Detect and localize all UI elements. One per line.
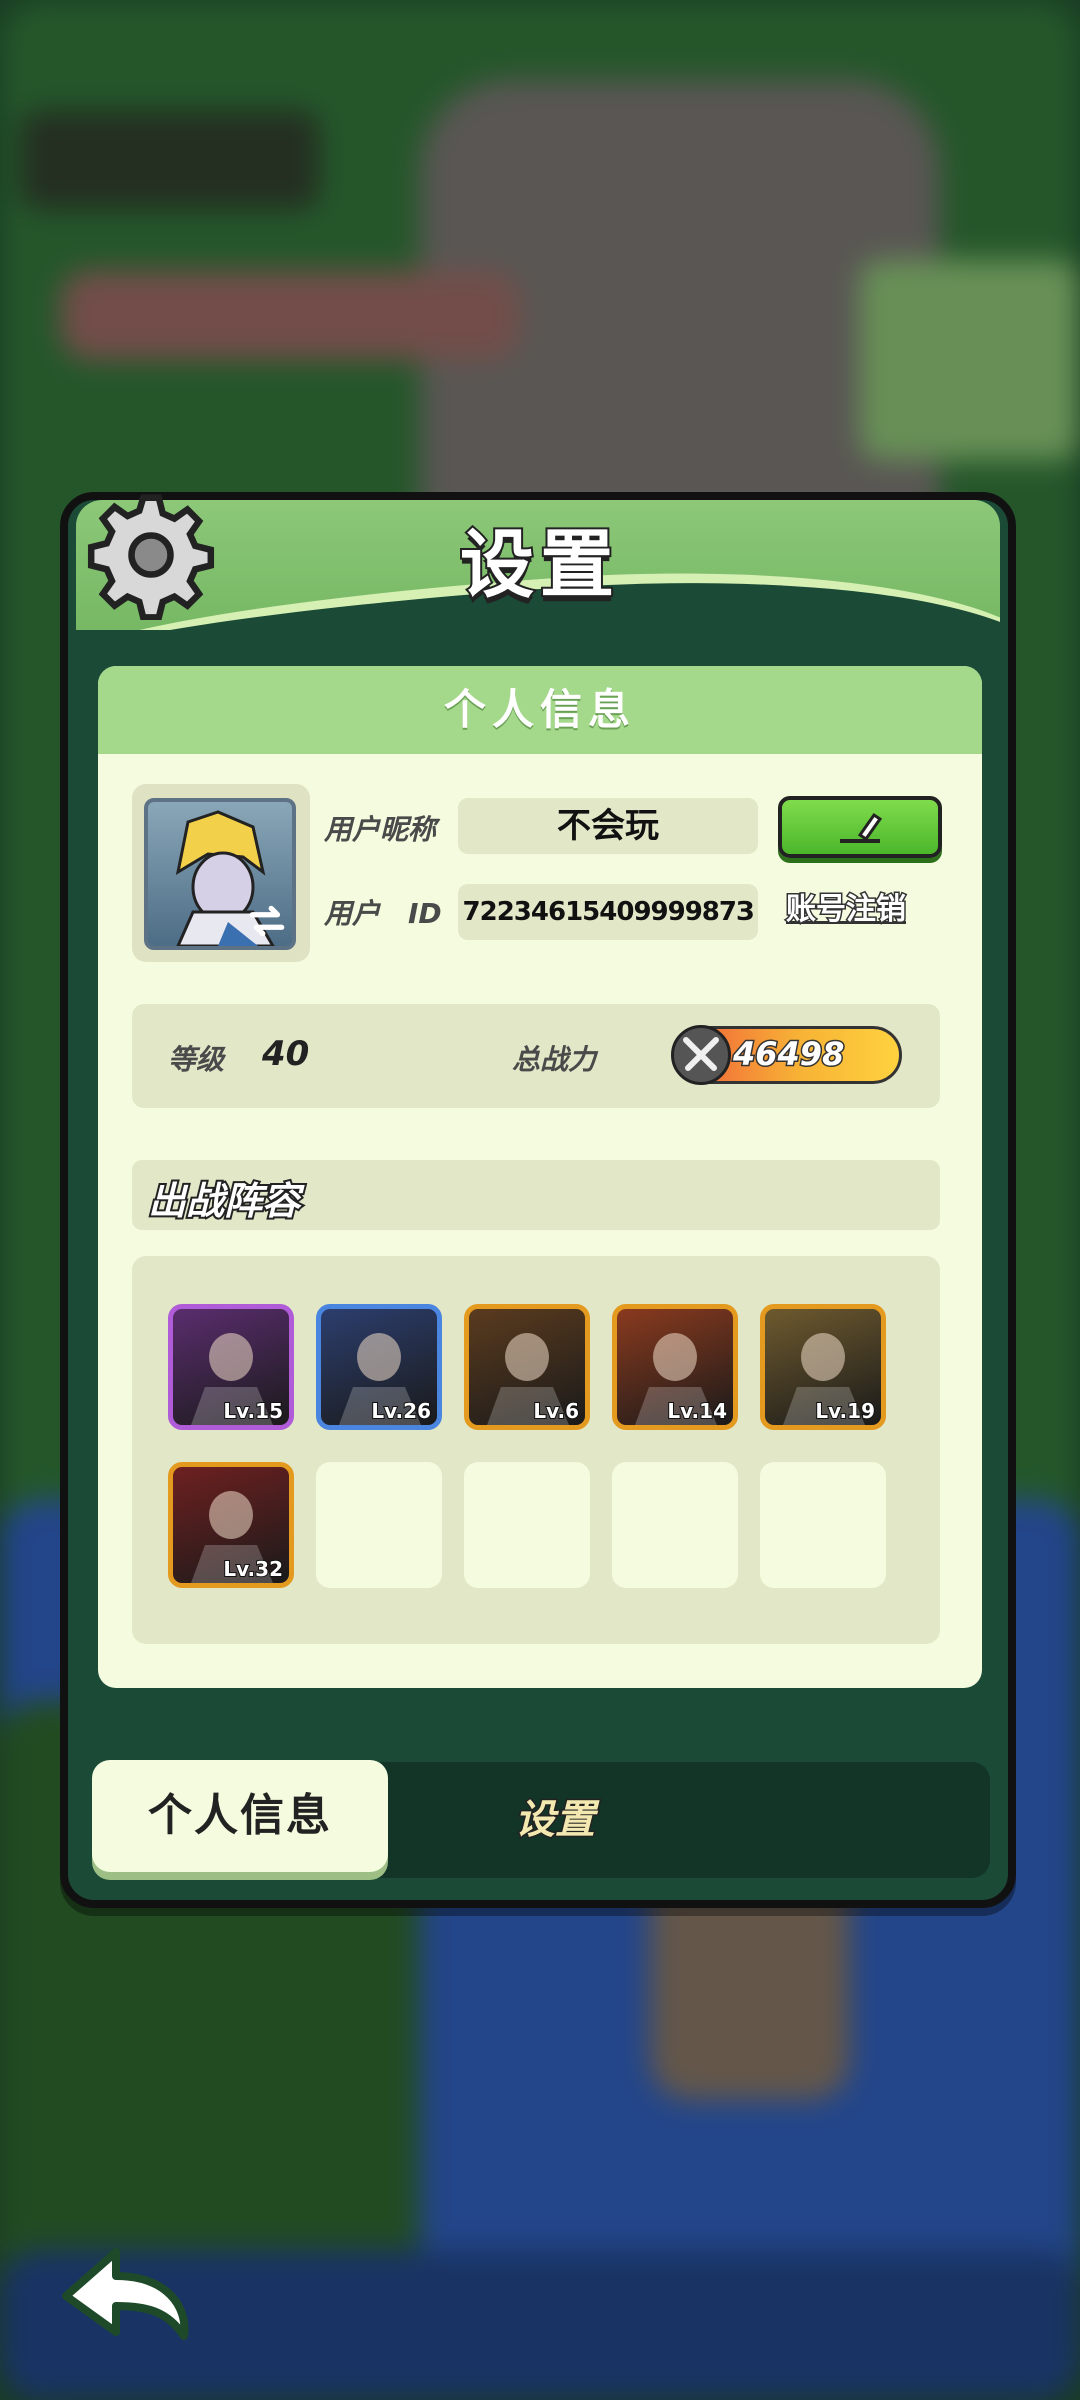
swap-icon[interactable] — [246, 900, 288, 942]
avatar-frame[interactable] — [132, 784, 310, 962]
hero-level: Lv.14 — [666, 1398, 728, 1424]
stats-bar: 等级 40 总战力 46498 — [132, 1004, 940, 1108]
avatar[interactable] — [144, 798, 296, 950]
crossed-swords-icon — [671, 1025, 731, 1085]
hero-slot[interactable]: Lv.15 — [168, 1304, 294, 1430]
power-value: 46498 — [731, 1034, 845, 1075]
empty-hero-slot[interactable] — [760, 1462, 886, 1588]
edit-nickname-button[interactable] — [778, 796, 942, 858]
level-value: 40 — [262, 1034, 310, 1074]
hero-slot[interactable]: Lv.19 — [760, 1304, 886, 1430]
level-label: 等级 — [168, 1043, 225, 1076]
hero-level: Lv.19 — [814, 1398, 876, 1424]
cancel-account-link[interactable]: 账号注销 — [785, 884, 908, 929]
pencil-icon — [840, 812, 883, 843]
empty-hero-slot[interactable] — [464, 1462, 590, 1588]
user-id-field: 7223461540999987З — [458, 884, 758, 940]
hero-slot[interactable]: Lv.6 — [464, 1304, 590, 1430]
back-arrow-icon[interactable] — [56, 2236, 196, 2346]
section-heading: 个人信息 — [98, 666, 982, 754]
profile-card: 个人信息 用户昵称 不会玩 用户 ID 7223461540999987З 账号… — [98, 666, 982, 1688]
hero-level: Lv.26 — [370, 1398, 432, 1424]
lineup-title: 出战阵容 — [146, 1177, 302, 1225]
empty-hero-slot[interactable] — [316, 1462, 442, 1588]
lineup-header: 出战阵容 — [132, 1160, 940, 1230]
lineup-roster: Lv.15 Lv.26 Lv.6 Lv.14 Lv.19 Lv.32 — [132, 1256, 940, 1644]
tab-personal-info[interactable]: 个人信息 — [92, 1760, 388, 1872]
hero-slot[interactable]: Lv.26 — [316, 1304, 442, 1430]
nickname-field: 不会玩 — [458, 798, 758, 854]
empty-hero-slot[interactable] — [612, 1462, 738, 1588]
power-badge: 46498 — [671, 1025, 902, 1085]
hero-level: Lv.15 — [222, 1398, 284, 1424]
hero-slot[interactable]: Lv.14 — [612, 1304, 738, 1430]
hero-slot[interactable]: Lv.32 — [168, 1462, 294, 1588]
hero-level: Lv.32 — [222, 1556, 284, 1582]
nickname-label: 用户昵称 — [324, 813, 437, 846]
tab-settings[interactable]: 设置 — [450, 1762, 660, 1878]
user-id-label: 用户 ID — [324, 897, 442, 930]
page-title: 设置 — [458, 520, 620, 610]
power-label: 总战力 — [512, 1043, 597, 1076]
hero-level: Lv.6 — [532, 1398, 580, 1424]
